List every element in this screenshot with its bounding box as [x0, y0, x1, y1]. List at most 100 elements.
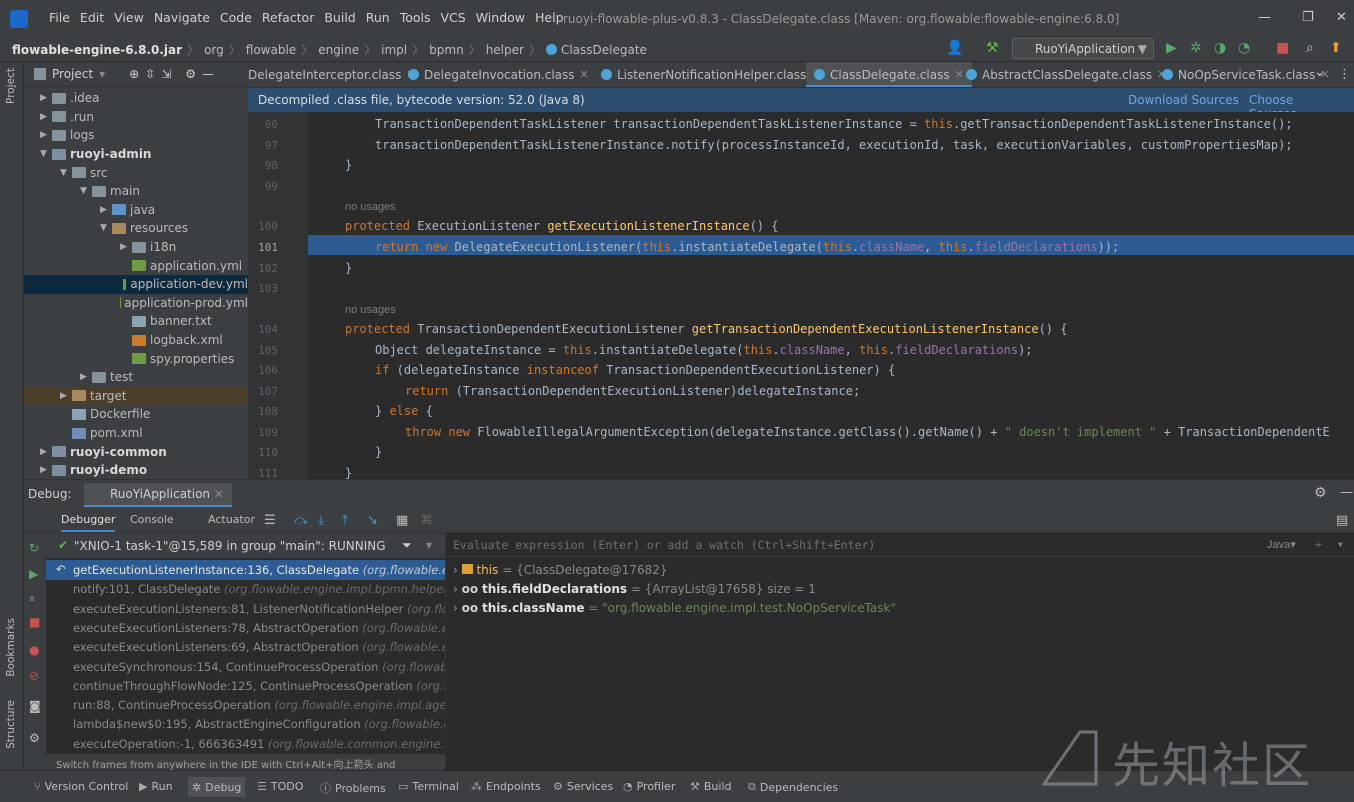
tab-debugger[interactable]: Debugger — [61, 513, 116, 532]
evaluate-expression-input[interactable]: Evaluate expression (Enter) or add a wat… — [447, 533, 1354, 557]
tree-arrow-icon[interactable]: ▶ — [40, 465, 52, 475]
code-line[interactable]: throw new FlowableIllegalArgumentExcepti… — [405, 425, 1330, 439]
tree-arrow-icon[interactable]: ▶ — [40, 112, 52, 122]
tree-arrow-icon[interactable]: ▶ — [40, 447, 52, 457]
user-icon[interactable]: 👤 — [946, 40, 963, 56]
close-icon[interactable]: ✕ — [580, 68, 589, 87]
tree-item[interactable]: ▼ src — [24, 163, 248, 182]
code-editor[interactable]: 96 97 98 99 100 101 102 103 104 105 106 107 108 109 11… — [248, 112, 1354, 479]
code-line[interactable]: } — [345, 261, 352, 275]
breadcrumb-engine[interactable]: engine — [318, 43, 359, 57]
tree-item[interactable]: logback.xml — [24, 331, 248, 350]
menu-build[interactable]: Build — [319, 10, 360, 25]
mute-breakpoints-icon[interactable]: ⊘ — [29, 669, 39, 683]
coverage-icon[interactable]: ◑ — [1214, 40, 1226, 56]
download-sources-link[interactable]: Download Sources — [1128, 93, 1239, 107]
tree-item[interactable]: ▶ java — [24, 201, 248, 220]
locate-icon[interactable]: ⊕ — [129, 67, 139, 81]
resume-icon[interactable]: ▶ — [29, 567, 38, 581]
tree-item[interactable]: spy.properties — [24, 349, 248, 368]
code-line[interactable]: return (TransactionDependentExecutionLis… — [405, 384, 860, 398]
usage-hint[interactable]: no usages — [345, 304, 396, 316]
expand-all-icon[interactable]: ⇳ — [145, 67, 155, 81]
version-control-button[interactable]: ⑂ Version Control — [34, 780, 128, 793]
tree-item[interactable]: ▶ test — [24, 368, 248, 387]
stack-frame[interactable]: notify:101, ClassDelegate (org.flowable.… — [46, 579, 445, 599]
chevron-down-icon[interactable]: ▾ — [99, 67, 105, 81]
menu-window[interactable]: Window — [471, 10, 530, 25]
editor-tab[interactable]: ListenerNotificationHelper.class✕ — [593, 62, 829, 87]
code-line[interactable]: } — [345, 466, 352, 479]
menu-icon[interactable]: ☰ — [264, 513, 276, 528]
editor-tab[interactable]: NoOpServiceTask.class ✕ — [1154, 62, 1337, 87]
tree-arrow-icon[interactable]: ▼ — [100, 223, 112, 233]
hide-icon[interactable]: — — [1340, 485, 1353, 500]
thread-selector[interactable]: ✔ "XNIO-1 task-1"@15,589 in group "main"… — [46, 533, 445, 558]
structure-tool-tab[interactable]: Structure — [5, 700, 17, 749]
tree-item[interactable]: ▶ target — [24, 386, 248, 406]
editor-tab[interactable]: AbstractClassDelegate.class✕ — [958, 62, 1174, 87]
tree-arrow-icon[interactable]: ▼ — [60, 168, 72, 178]
tree-item[interactable]: ▶ i18n — [24, 238, 248, 257]
camera-icon[interactable]: ◙ — [29, 699, 41, 713]
code-line[interactable]: Object delegateInstance = this.instantia… — [375, 343, 1033, 357]
stack-frame[interactable]: executeExecutionListeners:69, AbstractOp… — [46, 637, 445, 657]
menu-run[interactable]: Run — [361, 10, 395, 25]
code-line[interactable]: TransactionDependentTaskListener transac… — [375, 117, 1293, 131]
stack-frame[interactable]: ↶ getExecutionListenerInstance:136, Clas… — [46, 560, 445, 580]
menu-file[interactable]: File — [44, 10, 75, 25]
tree-arrow-icon[interactable]: ▶ — [60, 391, 72, 401]
debug-session-tab[interactable]: RuoYiApplication ✕ — [84, 483, 232, 507]
collapse-all-icon[interactable]: ⇲ — [161, 67, 171, 81]
problems-tool-button[interactable]: ⓘ Problems — [320, 780, 386, 796]
variable-class-name[interactable]: › oo this.className = "org.flowable.engi… — [453, 601, 896, 615]
breadcrumb-helper[interactable]: helper — [486, 43, 524, 57]
menu-refactor[interactable]: Refactor — [257, 10, 319, 25]
tree-item[interactable]: pom.xml — [24, 424, 248, 443]
run-icon[interactable]: ▶ — [1166, 40, 1177, 56]
menu-vcs[interactable]: VCS — [436, 10, 471, 25]
terminal-tool-button[interactable]: ▭ Terminal — [398, 780, 459, 793]
minimize-icon[interactable]: — — [1258, 10, 1271, 25]
add-watch-icon[interactable]: + — [1315, 537, 1322, 551]
rerun-icon[interactable]: ↻ — [29, 541, 39, 555]
stack-frame[interactable]: continueThroughFlowNode:125, ContinuePro… — [46, 676, 445, 696]
code-line[interactable]: } — [375, 445, 382, 459]
stack-frame[interactable]: executeSynchronous:154, ContinueProcessO… — [46, 657, 445, 677]
debug-icon[interactable]: ✲ — [1190, 40, 1202, 56]
tree-item[interactable]: ▶ .idea — [24, 89, 248, 108]
stop-icon[interactable]: ■ — [29, 615, 40, 629]
tree-arrow-icon[interactable]: ▶ — [80, 372, 92, 382]
code-line[interactable]: } else { — [375, 404, 433, 418]
editor-tab[interactable]: DelegateInterceptor.class✕ — [248, 62, 424, 87]
editor-tab[interactable]: DelegateInvocation.class ✕ — [400, 62, 597, 87]
run-tool-button[interactable]: ▶ Run — [139, 780, 173, 793]
close-icon[interactable]: ✕ — [1336, 10, 1347, 25]
menu-navigate[interactable]: Navigate — [149, 10, 215, 25]
variable-this[interactable]: › this = {ClassDelegate@17682} — [453, 563, 667, 577]
stack-frame[interactable]: executeExecutionListeners:78, AbstractOp… — [46, 618, 445, 638]
debug-tool-button[interactable]: ✲ Debug — [188, 777, 246, 797]
gear-icon[interactable]: ⚙ — [185, 67, 196, 81]
search-icon[interactable]: ⌕ — [1306, 40, 1314, 56]
code-line[interactable]: protected ExecutionListener getExecution… — [345, 219, 779, 233]
stop-icon[interactable]: ■ — [1276, 40, 1289, 56]
gear-icon[interactable]: ⚙ — [1314, 485, 1327, 501]
step-over-icon[interactable]: ⤼ — [294, 513, 308, 528]
build-hammer-icon[interactable]: ⚒ — [986, 40, 999, 56]
dependencies-tool-button[interactable]: ⧉ Dependencies — [748, 780, 838, 794]
tree-item[interactable]: banner.txt — [24, 312, 248, 331]
tree-arrow-icon[interactable]: ▼ — [80, 186, 92, 196]
evaluate-icon[interactable]: ▦ — [396, 513, 408, 528]
tree-arrow-icon[interactable]: ▶ — [100, 205, 112, 215]
tab-actuator[interactable]: Actuator — [208, 513, 255, 526]
tree-arrow-icon[interactable]: ▶ — [40, 130, 52, 140]
view-breakpoints-icon[interactable]: ● — [29, 643, 39, 657]
profiler-tool-button[interactable]: ◔ Profiler — [623, 780, 675, 793]
variable-field-declarations[interactable]: › oo this.fieldDeclarations = {ArrayList… — [453, 582, 816, 596]
tree-item[interactable]: application-prod.yml — [24, 294, 248, 313]
endpoints-tool-button[interactable]: ⁂ Endpoints — [471, 780, 541, 793]
update-icon[interactable]: ⬆ — [1330, 40, 1342, 56]
tree-item[interactable]: ▶ .run — [24, 108, 248, 127]
tree-item[interactable]: ▼ ruoyi-admin — [24, 145, 248, 164]
